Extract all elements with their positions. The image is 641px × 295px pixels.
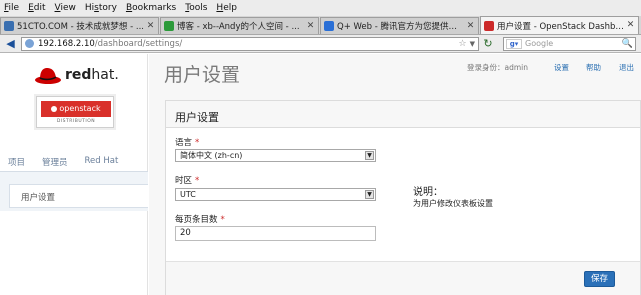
menu-help[interactable]: Help xyxy=(216,3,237,13)
language-value: 简体中文 (zh-cn) xyxy=(180,151,243,160)
tab-close-icon[interactable]: ✕ xyxy=(306,21,315,31)
redhat-wordmark: redhat. xyxy=(65,67,119,83)
search-placeholder: Google xyxy=(525,39,554,48)
openstack-logo: openstack xyxy=(41,101,111,117)
settings-form-card: 用户设置 语言 * 简体中文 (zh-cn) ▼ 时区 * UTC ▼ 每页条目数 *… xyxy=(165,100,641,295)
menu-view[interactable]: View xyxy=(55,3,76,13)
menu-history[interactable]: History xyxy=(85,3,117,13)
browser-tab[interactable]: Q+ Web - 腾讯官方为您提供的... ✕ xyxy=(320,17,479,34)
tab-close-icon[interactable]: ✕ xyxy=(466,21,475,31)
reload-icon[interactable]: ↻ xyxy=(482,37,494,50)
menu-tools[interactable]: Tools xyxy=(185,3,207,13)
dashboard-page: redhat. openstack DISTRIBUTION 项目 管理员 Re… xyxy=(0,54,641,295)
page-size-label: 每页条目数 * xyxy=(175,215,225,225)
redhat-hat-icon xyxy=(35,68,61,84)
globe-icon xyxy=(25,39,34,48)
menu-edit[interactable]: Edit xyxy=(28,3,45,13)
sidebar-tab-redhat[interactable]: Red Hat xyxy=(85,156,119,168)
51cto-favicon-icon xyxy=(4,21,14,31)
logout-link[interactable]: 退出 xyxy=(619,62,634,73)
settings-link[interactable]: 设置 xyxy=(554,62,569,73)
card-title: 用户设置 xyxy=(166,101,640,128)
card-footer: 保存 xyxy=(166,261,640,295)
browser-tab[interactable]: 博客 - xb--Andy的个人空间 - ... ✕ xyxy=(160,17,319,34)
redhat-favicon-icon xyxy=(484,20,494,31)
url-text: 192.168.2.10/dashboard/settings/ xyxy=(38,38,183,49)
bookmark-star-icon[interactable]: ☆ xyxy=(459,39,467,49)
language-select[interactable]: 简体中文 (zh-cn) ▼ xyxy=(175,149,376,162)
chevron-down-icon[interactable]: ▼ xyxy=(470,40,475,48)
redhat-logo[interactable]: redhat. xyxy=(34,64,124,86)
blog-favicon-icon xyxy=(164,21,174,31)
tab-label: Q+ Web - 腾讯官方为您提供的... xyxy=(337,22,464,32)
qq-favicon-icon xyxy=(324,21,334,31)
chevron-down-icon: ▼ xyxy=(365,190,374,199)
tab-bar: 51CTO.COM - 技术成就梦想 - ... ✕ 博客 - xb--Andy… xyxy=(0,16,641,35)
url-bar[interactable]: 192.168.2.10/dashboard/settings/ ☆ ▼ xyxy=(21,36,479,51)
sidebar-panel: 用户设置 xyxy=(0,171,148,211)
timezone-label: 时区 * xyxy=(175,176,200,186)
tab-close-icon[interactable]: ✕ xyxy=(146,21,155,31)
main-content: 用户设置 登录身份：admin 设置 帮助 退出 用户设置 语言 * 简体中文 (… xyxy=(149,54,641,295)
description-title: 说明： xyxy=(413,187,443,198)
google-engine-icon[interactable]: g▾ xyxy=(506,38,522,49)
login-status: 登录身份：admin xyxy=(467,63,528,72)
sidebar-tab-project[interactable]: 项目 xyxy=(8,156,25,168)
menu-file[interactable]: File xyxy=(4,3,19,13)
sidebar-tabs: 项目 管理员 Red Hat xyxy=(8,156,135,168)
browser-tab[interactable]: 51CTO.COM - 技术成就梦想 - ... ✕ xyxy=(0,17,159,34)
tab-label: 51CTO.COM - 技术成就梦想 - ... xyxy=(17,22,144,32)
description-text: 为用户修改仪表板设置 xyxy=(413,199,493,208)
save-button[interactable]: 保存 xyxy=(584,271,615,287)
back-arrow-icon[interactable]: ◀ xyxy=(4,37,17,50)
openstack-icon xyxy=(51,105,58,112)
language-label: 语言 * xyxy=(175,138,200,148)
menu-bar: File Edit View History Bookmarks Tools H… xyxy=(0,0,641,16)
chevron-down-icon: ▼ xyxy=(365,151,374,160)
tab-close-icon[interactable]: ✕ xyxy=(626,21,635,30)
search-bar[interactable]: g▾ Google 🔍 xyxy=(503,36,636,51)
browser-tab-active[interactable]: 用户设置 - OpenStack Dashbo... ✕ xyxy=(480,16,639,34)
timezone-select[interactable]: UTC ▼ xyxy=(175,188,376,201)
page-title: 用户设置 xyxy=(164,64,241,86)
navigation-bar: ◀ 192.168.2.10/dashboard/settings/ ☆ ▼ ↻… xyxy=(0,35,641,53)
sidebar-item-user-settings[interactable]: 用户设置 xyxy=(9,184,148,208)
timezone-value: UTC xyxy=(180,190,196,199)
sidebar: redhat. openstack DISTRIBUTION 项目 管理员 Re… xyxy=(0,54,148,295)
page-size-input[interactable]: 20 xyxy=(175,226,376,241)
tab-label: 博客 - xb--Andy的个人空间 - ... xyxy=(177,22,300,32)
sidebar-tab-admin[interactable]: 管理员 xyxy=(42,156,68,168)
help-link[interactable]: 帮助 xyxy=(586,62,601,73)
distribution-label: DISTRIBUTION xyxy=(56,119,96,124)
openstack-badge: openstack DISTRIBUTION xyxy=(36,96,114,128)
menu-bookmarks[interactable]: Bookmarks xyxy=(126,3,176,13)
tab-label: 用户设置 - OpenStack Dashbo... xyxy=(497,21,624,32)
search-icon[interactable]: 🔍 xyxy=(622,39,633,49)
